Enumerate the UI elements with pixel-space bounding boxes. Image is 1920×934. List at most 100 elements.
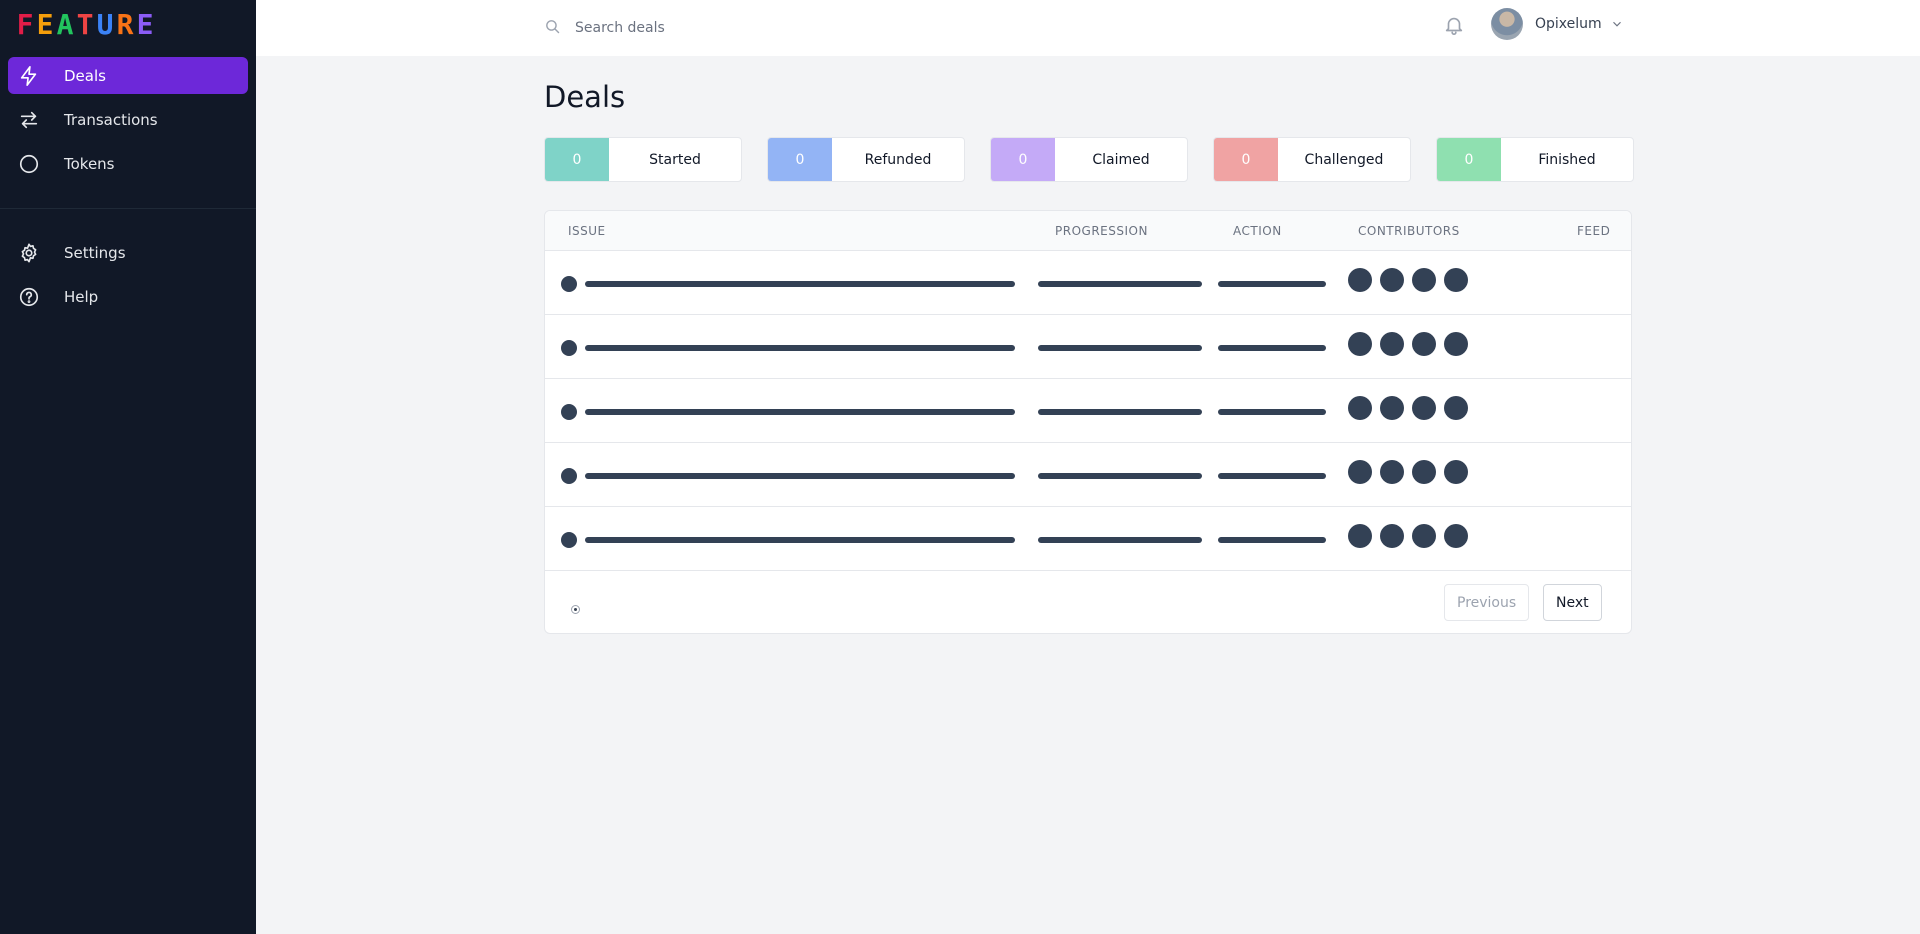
skeleton-avatar	[1348, 524, 1372, 548]
skeleton-avatar	[1444, 460, 1468, 484]
next-button[interactable]: Next	[1543, 584, 1602, 621]
skeleton-avatar	[1348, 396, 1372, 420]
stat-count: 0	[768, 138, 832, 181]
column-header-feed: FEED	[1577, 224, 1611, 238]
stat-started[interactable]: 0 Started	[544, 137, 742, 182]
chevron-down-icon	[1602, 13, 1624, 35]
skeleton-status-dot	[561, 276, 577, 292]
skeleton-avatar	[1444, 396, 1468, 420]
logo-letter: A	[56, 8, 74, 41]
sidebar-item-settings[interactable]: Settings	[8, 234, 248, 271]
search-bar	[544, 14, 944, 42]
skeleton-avatar	[1380, 332, 1404, 356]
skeleton-action	[1218, 537, 1326, 543]
skeleton-progression	[1038, 537, 1202, 543]
sidebar-item-label: Settings	[64, 243, 126, 262]
skeleton-avatar	[1444, 332, 1468, 356]
avatar	[1491, 8, 1523, 40]
skeleton-avatar	[1412, 460, 1436, 484]
primary-nav: Deals Transactions Tokens	[8, 57, 248, 189]
skeleton-issue	[585, 345, 1015, 351]
skeleton-issue	[585, 537, 1015, 543]
table-body	[545, 251, 1631, 571]
stat-challenged[interactable]: 0 Challenged	[1213, 137, 1411, 182]
user-menu[interactable]: Opixelum	[1491, 7, 1624, 41]
secondary-nav: Settings Help	[8, 234, 248, 322]
stat-count: 0	[545, 138, 609, 181]
circle-icon	[18, 153, 40, 175]
stat-finished[interactable]: 0 Finished	[1436, 137, 1634, 182]
skeleton-avatar	[1444, 268, 1468, 292]
skeleton-avatar	[1348, 460, 1372, 484]
status-filters: 0 Started 0 Refunded 0 Claimed 0 Challen…	[544, 137, 1634, 182]
skeleton-avatar	[1412, 524, 1436, 548]
stat-count: 0	[1437, 138, 1501, 181]
search-input[interactable]	[575, 20, 915, 36]
notifications-button[interactable]	[1443, 14, 1467, 38]
column-header-issue: ISSUE	[568, 224, 606, 238]
stat-label: Started	[649, 151, 701, 168]
skeleton-avatar	[1380, 396, 1404, 420]
stat-count: 0	[1214, 138, 1278, 181]
skeleton-avatar	[1444, 524, 1468, 548]
feature-logo[interactable]: F E A T U R E	[15, 10, 155, 40]
arrows-swap-icon	[18, 109, 40, 131]
stat-claimed[interactable]: 0 Claimed	[990, 137, 1188, 182]
sidebar-item-label: Tokens	[64, 154, 115, 173]
logo-letter: T	[76, 8, 94, 41]
skeleton-avatar	[1348, 332, 1372, 356]
skeleton-action	[1218, 409, 1326, 415]
skeleton-issue	[585, 473, 1015, 479]
sidebar-item-transactions[interactable]: Transactions	[8, 101, 248, 138]
logo-letter: E	[36, 8, 54, 41]
table-row[interactable]	[545, 379, 1631, 443]
table-row[interactable]	[545, 443, 1631, 507]
sidebar-divider	[0, 208, 256, 209]
deals-table: ISSUE PROGRESSION ACTION CONTRIBUTORS FE…	[544, 210, 1632, 634]
search-icon	[544, 18, 561, 39]
skeleton-avatar	[1380, 460, 1404, 484]
stat-label: Claimed	[1092, 151, 1150, 168]
skeleton-avatar	[1412, 396, 1436, 420]
skeleton-progression	[1038, 409, 1202, 415]
stat-label: Refunded	[864, 151, 932, 168]
sidebar-item-label: Transactions	[64, 110, 158, 129]
topbar: Opixelum	[256, 0, 1920, 56]
skeleton-avatar	[1380, 524, 1404, 548]
column-header-contributors: CONTRIBUTORS	[1358, 224, 1460, 238]
stat-refunded[interactable]: 0 Refunded	[767, 137, 965, 182]
logo-letter: F	[16, 8, 34, 41]
sidebar-item-label: Deals	[64, 66, 106, 85]
table-header: ISSUE PROGRESSION ACTION CONTRIBUTORS FE…	[545, 211, 1631, 251]
stat-label: Finished	[1538, 151, 1596, 168]
previous-button[interactable]: Previous	[1444, 584, 1530, 621]
table-row[interactable]	[545, 251, 1631, 315]
logo-letter: U	[96, 8, 114, 41]
skeleton-issue	[585, 281, 1015, 287]
skeleton-avatar	[1412, 268, 1436, 292]
table-row[interactable]	[545, 507, 1631, 571]
table-row[interactable]	[545, 315, 1631, 379]
sidebar-item-help[interactable]: Help	[8, 278, 248, 315]
stat-label: Challenged	[1304, 151, 1384, 168]
skeleton-progression	[1038, 281, 1202, 287]
skeleton-contributors	[1348, 460, 1468, 484]
skeleton-progression	[1038, 473, 1202, 479]
skeleton-progression	[1038, 345, 1202, 351]
sidebar-item-tokens[interactable]: Tokens	[8, 145, 248, 182]
sidebar: F E A T U R E Deals Transactions Tokens	[0, 0, 256, 934]
table-footer: Previous Next	[545, 571, 1631, 633]
bell-icon	[1445, 17, 1463, 35]
sidebar-item-deals[interactable]: Deals	[8, 57, 248, 94]
loading-indicator	[571, 605, 580, 614]
logo-letter: R	[116, 8, 134, 41]
skeleton-contributors	[1348, 396, 1468, 420]
skeleton-avatar	[1412, 332, 1436, 356]
skeleton-avatar	[1348, 268, 1372, 292]
page-title: Deals	[544, 80, 626, 114]
skeleton-issue	[585, 409, 1015, 415]
skeleton-action	[1218, 345, 1326, 351]
skeleton-status-dot	[561, 468, 577, 484]
question-circle-icon	[18, 286, 40, 308]
skeleton-contributors	[1348, 332, 1468, 356]
